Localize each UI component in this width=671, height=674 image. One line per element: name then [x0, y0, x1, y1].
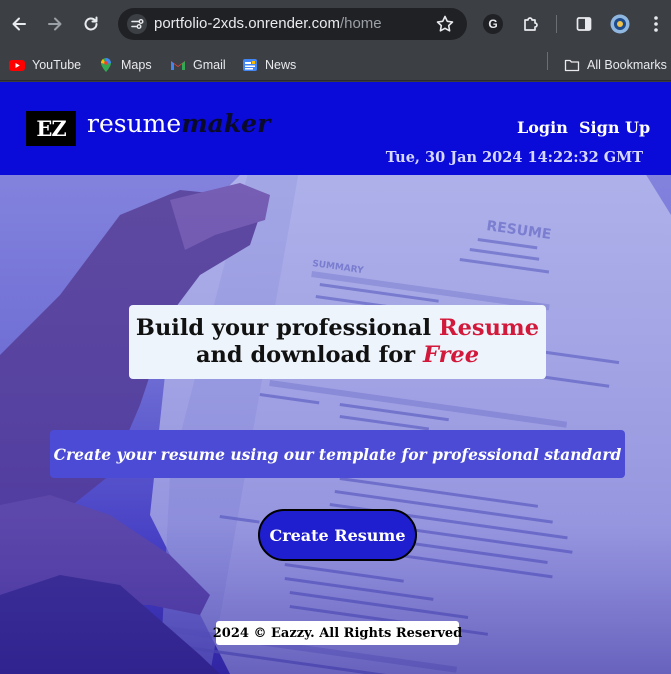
resume-background-image: RESUME SUMMARY: [0, 175, 671, 674]
forward-button[interactable]: [43, 12, 67, 36]
login-link[interactable]: Login: [517, 118, 568, 137]
logo-word-maker: maker: [181, 109, 271, 138]
copyright-footer: 2024 © Eazzy. All Rights Reserved: [213, 621, 462, 645]
all-bookmarks-label: All Bookmarks: [587, 58, 667, 72]
bookmark-maps-label: Maps: [121, 58, 152, 72]
logo-mark[interactable]: EZ: [26, 111, 76, 146]
reload-icon: [84, 16, 98, 31]
youtube-icon: [9, 60, 25, 71]
headline-text-1: Build your professional: [135, 315, 439, 341]
site-info-icon[interactable]: [126, 14, 148, 34]
bookmark-news-label: News: [265, 58, 297, 72]
bookmarks-divider: [547, 52, 548, 70]
bookmark-maps[interactable]: Maps: [98, 54, 152, 76]
bookmark-news[interactable]: News: [242, 54, 296, 76]
browser-toolbar: portfolio-2xds.onrender.com/home G: [0, 0, 671, 48]
web-page: EZ resumemaker Login Sign Up Tue, 30 Jan…: [0, 82, 671, 674]
bookmark-youtube[interactable]: YouTube: [9, 54, 81, 76]
logo-wordmark[interactable]: resumemaker: [87, 109, 270, 138]
logo-mark-text: EZ: [36, 116, 66, 141]
site-header: EZ resumemaker Login Sign Up Tue, 30 Jan…: [0, 82, 671, 175]
headline-text-2: and download for: [195, 342, 423, 368]
bookmark-star-icon[interactable]: [435, 14, 455, 34]
browser-menu-button[interactable]: [644, 12, 668, 36]
bookmark-gmail[interactable]: Gmail: [170, 54, 226, 76]
toolbar-divider: [556, 15, 557, 33]
headline-free: Free: [422, 342, 480, 368]
hero-section: RESUME SUMMARY: [0, 175, 671, 674]
side-panel-button[interactable]: [572, 12, 596, 36]
maps-icon: [101, 58, 111, 72]
extensions-button[interactable]: [519, 12, 543, 36]
back-arrow-icon: [12, 17, 26, 31]
reload-button[interactable]: [79, 12, 103, 36]
google-g-letter: G: [488, 17, 498, 31]
logo-word-resume: resume: [87, 109, 182, 138]
all-bookmarks[interactable]: All Bookmarks: [564, 54, 667, 76]
signup-link[interactable]: Sign Up: [579, 118, 650, 137]
profile-button[interactable]: [608, 12, 632, 36]
headline-resume: Resume: [438, 315, 540, 341]
bookmark-youtube-label: YouTube: [32, 58, 82, 72]
google-extension-button[interactable]: G: [481, 12, 505, 36]
bookmarks-bar: YouTube Maps Gmail News All Bookmarks: [0, 48, 671, 81]
more-vert-icon: [654, 16, 658, 32]
url-text: portfolio-2xds.onrender.com/home: [154, 15, 382, 32]
hero-headline: Build your professional Resume and downl…: [129, 305, 546, 379]
forward-arrow-icon: [48, 17, 62, 31]
folder-icon: [564, 59, 580, 72]
hero-subtitle: Create your resume using our template fo…: [50, 430, 625, 478]
create-resume-button[interactable]: Create Resume: [258, 509, 417, 561]
back-button[interactable]: [7, 12, 31, 36]
gmail-icon: [171, 61, 185, 70]
address-bar[interactable]: portfolio-2xds.onrender.com/home: [118, 8, 467, 40]
url-path: /home: [339, 15, 382, 32]
bookmark-gmail-label: Gmail: [193, 58, 226, 72]
google-g-icon: G: [483, 14, 503, 34]
current-datetime: Tue, 30 Jan 2024 14:22:32 GMT: [385, 149, 643, 166]
url-host: portfolio-2xds.onrender.com: [154, 15, 340, 32]
profile-avatar-icon: [610, 14, 630, 34]
side-panel-icon: [576, 17, 592, 31]
puzzle-icon: [524, 17, 538, 31]
news-icon: [243, 59, 257, 71]
